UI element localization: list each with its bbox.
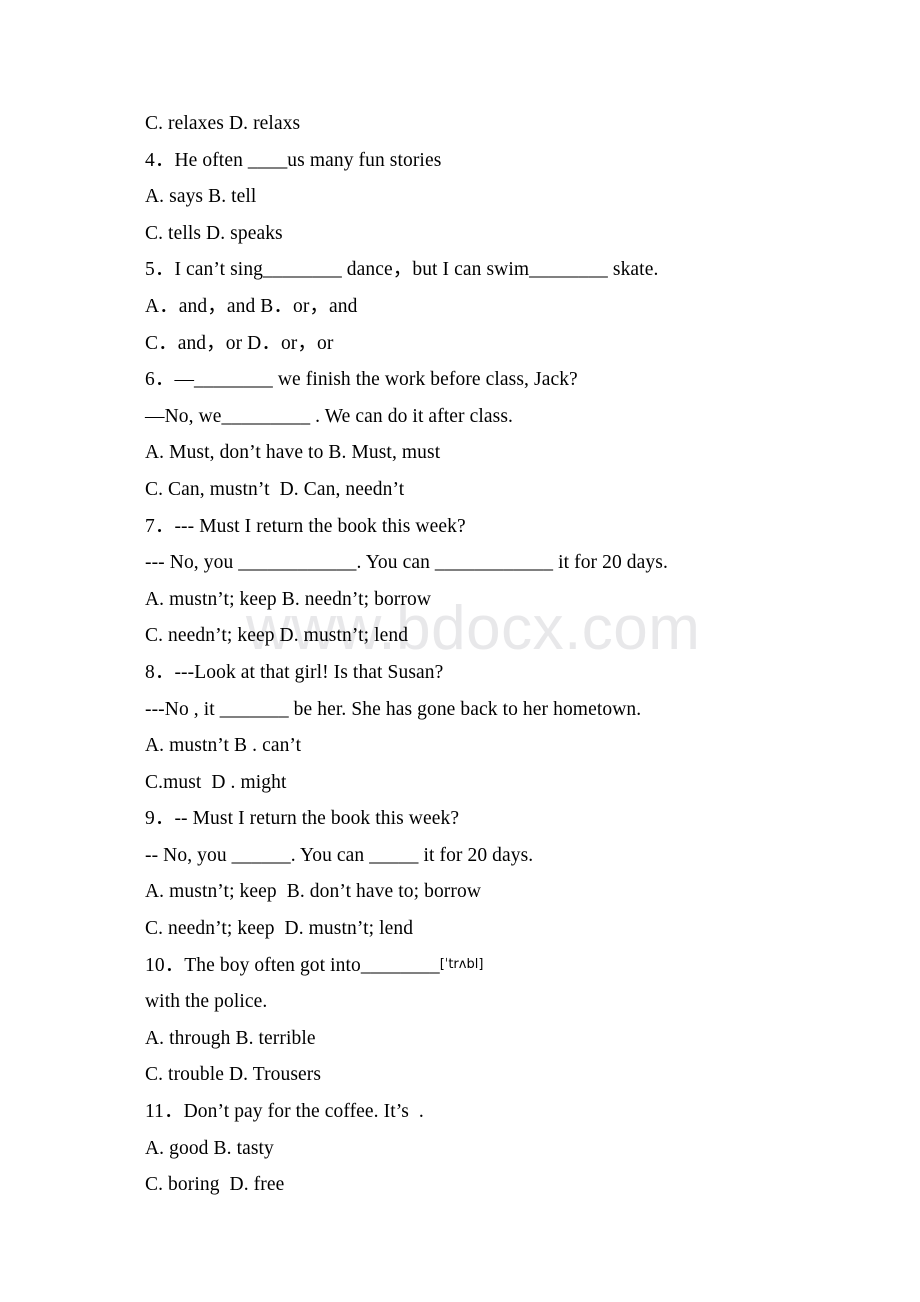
question-9-options-cd: C. needn’t; keep D. mustn’t; lend — [145, 918, 414, 940]
question-8-options-cd: C.must D . might — [145, 771, 287, 793]
question-7-options-cd: C. needn’t; keep D. mustn’t; lend — [145, 625, 409, 647]
question-4-options-ab: A. says B. tell — [145, 186, 257, 208]
question-9-options-ab: A. mustn’t; keep B. don’t have to; borro… — [145, 881, 482, 903]
question-11-stem: 11．Don’t pay for the coffee. It’s . — [145, 1101, 424, 1123]
question-4-options-cd: C. tells D. speaks — [145, 222, 283, 244]
question-5-options-cd: C．and，or D．or，or — [145, 332, 334, 354]
question-5-stem: 5．I can’t sing________ dance，but I can s… — [145, 259, 659, 281]
question-6-stem: 6．—________ we finish the work before cl… — [145, 369, 578, 391]
question-10-options-cd: C. trouble D. Trousers — [145, 1064, 322, 1086]
question-7-stem: 7．--- Must I return the book this week? — [145, 515, 466, 537]
question-6-options-ab: A. Must, don’t have to B. Must, must — [145, 442, 441, 464]
question-10-stem: 10．The boy often got into________[ˈtrʌbl… — [145, 948, 865, 985]
text-line: C. relaxes D. relaxs — [145, 113, 301, 134]
question-6-reply: —No, we_________ . We can do it after cl… — [145, 405, 514, 427]
worksheet-text-column: C. relaxes D. relaxs 4．He often ____us m… — [145, 106, 865, 1204]
question-7-options-ab: A. mustn’t; keep B. needn’t; borrow — [145, 588, 432, 610]
question-8-stem: 8．---Look at that girl! Is that Susan? — [145, 661, 444, 683]
question-10-stem-text: 10．The boy often got into________ — [145, 954, 440, 976]
question-7-reply: --- No, you ____________. You can ______… — [145, 552, 668, 574]
question-4-stem: 4．He often ____us many fun stories — [145, 149, 442, 171]
question-10-stem-continued: with the police. — [145, 991, 268, 1013]
question-5-options-ab: A．and，and B．or，and — [145, 295, 358, 317]
question-10-options-ab: A. through B. terrible — [145, 1027, 316, 1049]
question-9-stem: 9．-- Must I return the book this week? — [145, 808, 460, 830]
question-8-reply: ---No , it _______ be her. She has gone … — [145, 698, 642, 720]
question-9-reply: -- No, you ______. You can _____ it for … — [145, 844, 534, 866]
phonetic-transcription: [ˈtrʌbl] — [439, 956, 484, 972]
question-11-options-cd: C. boring D. free — [145, 1174, 285, 1196]
question-8-options-ab: A. mustn’t B . can’t — [145, 735, 302, 757]
question-6-options-cd: C. Can, mustn’t D. Can, needn’t — [145, 478, 405, 500]
question-11-options-ab: A. good B. tasty — [145, 1137, 274, 1159]
